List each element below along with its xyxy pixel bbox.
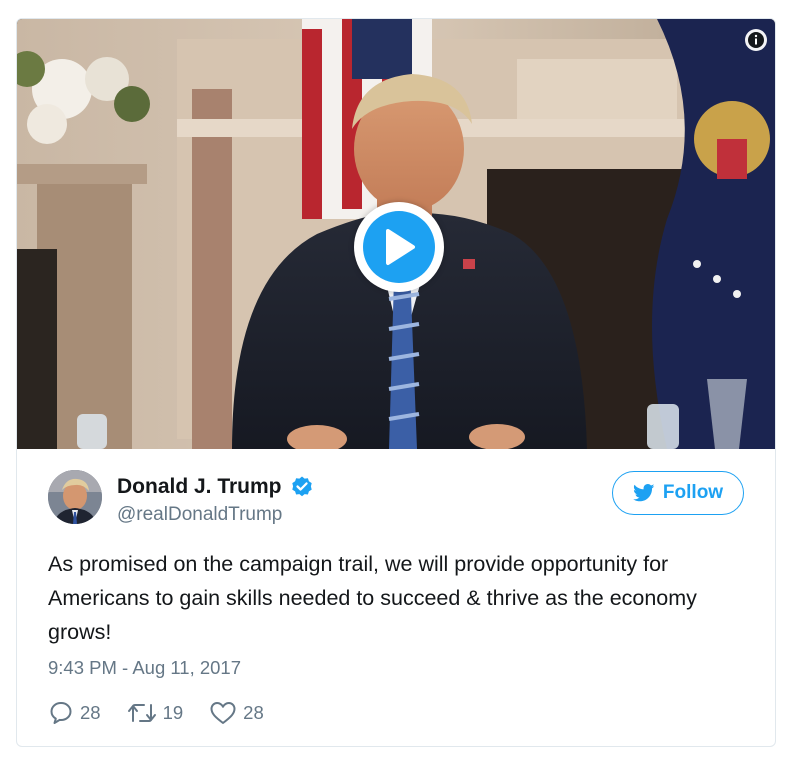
- follow-label: Follow: [662, 482, 724, 503]
- reply-count: 28: [80, 702, 101, 723]
- play-icon: [363, 211, 435, 283]
- verified-badge-icon: [290, 475, 314, 499]
- avatar[interactable]: [48, 470, 102, 524]
- tweet-actions: 28 19 28: [48, 699, 264, 727]
- follow-button[interactable]: Follow: [612, 471, 744, 515]
- like-action[interactable]: 28: [209, 700, 264, 726]
- profile-photo: [48, 470, 102, 524]
- tweet-embed-card: Donald J. Trump @realDonaldTrump Follow …: [16, 18, 776, 747]
- heart-icon: [210, 702, 236, 724]
- author-name[interactable]: Donald J. Trump: [117, 475, 314, 499]
- reply-action[interactable]: 28: [48, 700, 101, 726]
- retweet-action[interactable]: 19: [127, 701, 184, 725]
- retweet-count: 19: [162, 702, 184, 723]
- video-player[interactable]: [17, 19, 775, 449]
- tweet-text: As promised on the campaign trail, we wi…: [48, 552, 697, 644]
- retweet-icon: [127, 704, 156, 722]
- info-icon[interactable]: [745, 29, 767, 51]
- play-button[interactable]: [354, 202, 444, 292]
- twitter-bird-icon: [632, 484, 655, 502]
- tweet-timestamp[interactable]: 9:43 PM - Aug 11, 2017: [48, 657, 241, 679]
- reply-icon: [50, 702, 72, 724]
- like-count: 28: [243, 702, 264, 723]
- author-name-text: Donald J. Trump: [117, 475, 282, 498]
- author-handle[interactable]: @realDonaldTrump: [117, 504, 282, 526]
